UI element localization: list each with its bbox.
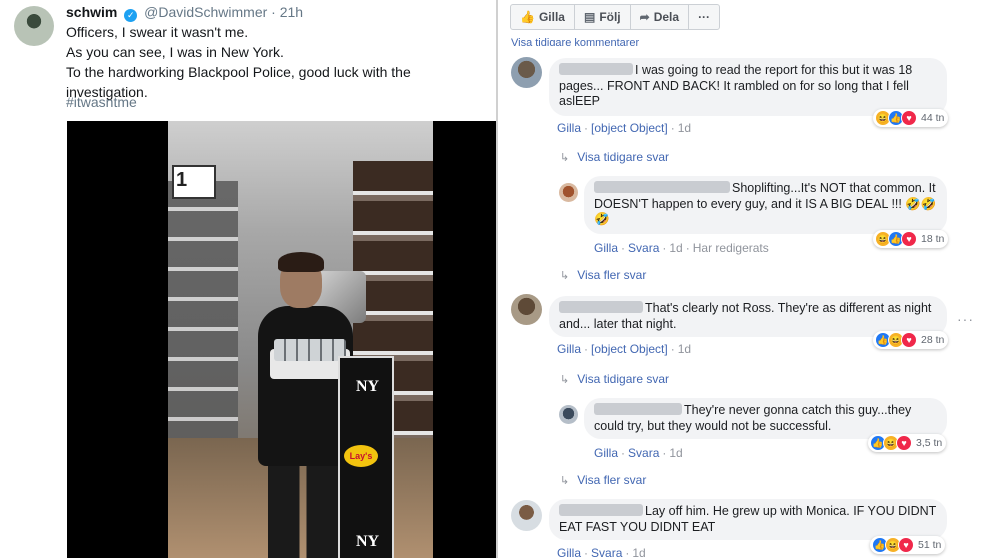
commenter-avatar[interactable] <box>511 294 542 325</box>
comment-like-link[interactable]: Gilla <box>557 342 581 356</box>
verified-badge-icon: ✓ <box>124 9 138 22</box>
reply-like-link[interactable]: Gilla <box>594 446 618 460</box>
love-reaction-icon: ♥ <box>901 110 917 126</box>
post-action-bar: 👍 Gilla ▤ Följ ➦ Dela ··· <box>510 4 721 30</box>
view-previous-replies-label: Visa tidigare svar <box>577 372 670 386</box>
comment-like-link[interactable]: Gilla <box>557 546 581 558</box>
commenter-name-redacted[interactable] <box>559 301 643 313</box>
view-previous-replies-link[interactable]: ↳ Visa tidigare svar <box>560 372 669 386</box>
commenter-name-redacted[interactable] <box>559 63 633 75</box>
replier-avatar[interactable] <box>559 405 578 424</box>
profile-avatar[interactable] <box>14 6 54 46</box>
reply-arrow-icon: ↳ <box>560 374 570 386</box>
follow-icon: ▤ <box>583 10 596 24</box>
tweet-line: Officers, I swear it wasn't me. <box>66 24 249 40</box>
view-more-replies-link[interactable]: ↳ Visa fler svar <box>560 473 646 487</box>
comment-meta: Gilla · Svara · 1d <box>557 546 646 558</box>
reaction-count: 3,5 tn <box>916 437 943 449</box>
reply-bubble: Shoplifting...It's NOT that common. It D… <box>584 176 947 234</box>
reaction-count: 51 tn <box>918 539 942 551</box>
view-more-replies-label: Visa fler svar <box>577 473 647 487</box>
reply-arrow-icon: ↳ <box>560 152 570 164</box>
comment-like-link[interactable]: Gilla <box>557 121 581 135</box>
person-legs <box>268 461 338 558</box>
beer-cans <box>274 339 346 361</box>
replier-name-redacted[interactable] <box>594 403 682 415</box>
reply-bubble: They're never gonna catch this guy...the… <box>584 398 947 439</box>
tweet-panel: schwim ✓ @DavidSchwimmer · 21h Officers,… <box>0 0 496 558</box>
love-reaction-icon: ♥ <box>901 332 917 348</box>
tweet-video[interactable]: 1 NY NY Lay's <box>67 121 496 558</box>
reaction-count: 18 tn <box>921 233 945 245</box>
comment-meta: Gilla · [object Object] · 1d <box>557 342 692 356</box>
reply-arrow-icon: ↳ <box>560 270 570 282</box>
reaction-summary[interactable]: 👍 😆 ♥ 28 tn <box>873 331 949 349</box>
edited-label[interactable]: Har redigerats <box>693 241 769 255</box>
view-more-replies-link[interactable]: ↳ Visa fler svar <box>560 268 646 282</box>
love-reaction-icon: ♥ <box>898 537 914 553</box>
reaction-count: 44 tn <box>921 112 945 124</box>
commenter-avatar[interactable] <box>511 500 542 531</box>
reaction-summary[interactable]: 😆 👍 ♥ 18 tn <box>873 230 949 248</box>
reply-arrow-icon: ↳ <box>560 475 570 487</box>
video-frame: 1 NY NY Lay's <box>168 121 433 558</box>
thumbs-up-icon: 👍 <box>520 10 535 24</box>
yankees-logo-top: NY <box>356 378 380 395</box>
reaction-summary[interactable]: 😆 👍 ♥ 44 tn <box>873 109 949 127</box>
comment-reply-link[interactable]: [object Object] <box>591 342 668 356</box>
share-icon: ➦ <box>639 10 650 24</box>
more-options-button[interactable]: ··· <box>689 5 719 29</box>
person-hair <box>278 252 324 272</box>
comment-age[interactable]: 1d <box>632 546 645 558</box>
like-label: Gilla <box>538 10 565 24</box>
view-previous-replies-link[interactable]: ↳ Visa tidigare svar <box>560 150 669 164</box>
view-more-replies-label: Visa fler svar <box>577 268 647 282</box>
commenter-name-redacted[interactable] <box>559 504 643 516</box>
reply-age[interactable]: 1d <box>669 241 682 255</box>
tweet-time[interactable]: 21h <box>280 4 303 20</box>
commenter-avatar[interactable] <box>511 57 542 88</box>
replier-avatar[interactable] <box>559 183 578 202</box>
follow-button[interactable]: ▤ Följ <box>575 5 631 29</box>
comment-age[interactable]: 1d <box>678 342 691 356</box>
follow-label: Följ <box>599 10 621 24</box>
share-label: Dela <box>653 10 680 24</box>
comment-bubble: Lay off him. He grew up with Monica. IF … <box>549 499 947 540</box>
reaction-summary[interactable]: 👍 😆 ♥ 3,5 tn <box>868 434 947 452</box>
comment-bubble: I was going to read the report for this … <box>549 58 947 116</box>
comment-reply-link[interactable]: [object Object] <box>591 121 668 135</box>
reply-like-link[interactable]: Gilla <box>594 241 618 255</box>
reply-reply-link[interactable]: Svara <box>628 241 659 255</box>
aisle-number: 1 <box>176 169 188 191</box>
reply-age[interactable]: 1d <box>669 446 682 460</box>
view-previous-replies-label: Visa tidigare svar <box>577 150 670 164</box>
facebook-comments-panel: 👍 Gilla ▤ Följ ➦ Dela ··· Visa tidigare kom… <box>498 0 992 558</box>
reaction-count: 28 tn <box>921 334 945 346</box>
love-reaction-icon: ♥ <box>901 231 917 247</box>
display-name[interactable]: schwim <box>66 4 117 20</box>
comment-age[interactable]: 1d <box>678 121 691 135</box>
share-button[interactable]: ➦ Dela <box>631 5 690 29</box>
like-button[interactable]: 👍 Gilla <box>511 5 575 29</box>
comment-meta: Gilla · [object Object] · 1d <box>557 121 692 135</box>
user-handle[interactable]: @DavidSchwimmer <box>144 4 267 20</box>
reaction-summary[interactable]: 👍 😆 ♥ 51 tn <box>870 536 946 554</box>
lays-logo: Lay's <box>344 445 378 467</box>
view-previous-comments-link[interactable]: Visa tidigare kommentarer <box>511 36 639 46</box>
comment-options-icon[interactable]: ··· <box>957 311 974 327</box>
love-reaction-icon: ♥ <box>896 435 912 451</box>
reply-reply-link[interactable]: Svara <box>628 446 659 460</box>
separator: · <box>271 4 276 20</box>
tweet-line: As you can see, I was in New York. <box>66 44 284 60</box>
yankees-logo-bottom: NY <box>356 533 380 550</box>
hashtag-link[interactable]: #itwasntme <box>66 94 137 110</box>
reply-meta: Gilla · Svara · 1d · Har redigerats <box>594 241 769 255</box>
reply-meta: Gilla · Svara · 1d <box>594 446 683 460</box>
tweet-header: schwim ✓ @DavidSchwimmer · 21h <box>66 4 303 22</box>
replier-name-redacted[interactable] <box>594 181 730 193</box>
tweet-text: Officers, I swear it wasn't me. As you c… <box>66 22 496 102</box>
comment-reply-link[interactable]: Svara <box>591 546 622 558</box>
more-icon: ··· <box>698 10 711 24</box>
